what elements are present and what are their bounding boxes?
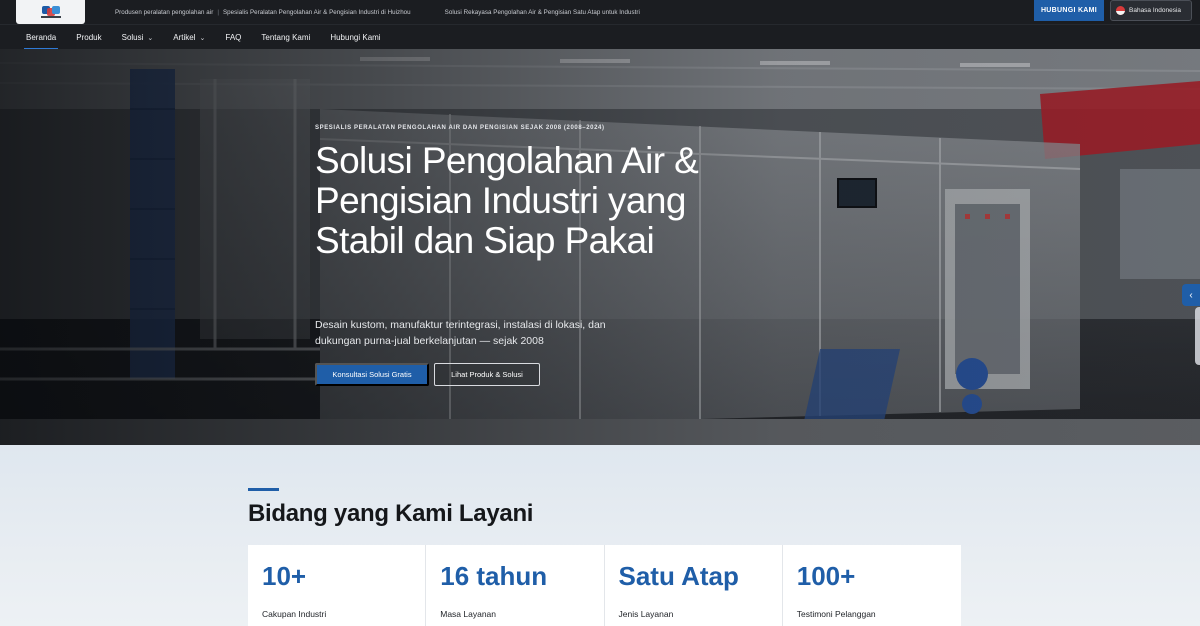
free-consultation-button[interactable]: Konsultasi Solusi Gratis: [315, 363, 429, 386]
stats-grid: 10+ Cakupan Industri 16 tahun Masa Layan…: [248, 545, 961, 626]
nav-item-hubungi-kami[interactable]: Hubungi Kami: [320, 25, 390, 50]
tagline-3: Solusi Rekayasa Pengolahan Air & Pengisi…: [444, 8, 640, 16]
section-accent-line: [248, 488, 279, 491]
stat-card-testimonials: 100+ Testimoni Pelanggan: [783, 545, 961, 626]
nav-label: Tentang Kami: [261, 33, 311, 42]
nav-label: FAQ: [225, 33, 242, 42]
stat-card-service-years: 16 tahun Masa Layanan: [426, 545, 605, 626]
stat-card-service-type: Satu Atap Jenis Layanan: [605, 545, 783, 626]
tagline-2: Spesialis Peralatan Pengolahan Air & Pen…: [223, 8, 411, 16]
nav-label: Beranda: [26, 33, 57, 42]
chevron-down-icon: ⌄: [199, 34, 206, 42]
main-nav: Beranda Produk Solusi ⌄ Artikel ⌄ FAQ Tent…: [0, 24, 1200, 50]
hero-subtitle: Desain kustom, manufaktur terintegrasi, …: [315, 319, 606, 347]
section-title: Bidang yang Kami Layani: [248, 500, 534, 527]
chevron-left-icon: ‹: [1189, 289, 1193, 301]
stat-value: 16 tahun: [440, 561, 548, 591]
stat-card-industries: 10+ Cakupan Industri: [248, 545, 427, 626]
nav-label: Produk: [76, 33, 102, 42]
tagline-separator: |: [217, 8, 219, 16]
view-products-button[interactable]: Lihat Produk & Solusi: [434, 363, 540, 386]
hero-section: SPESIALIS PERALATAN PENGOLAHAN AIR DAN P…: [0, 49, 1200, 445]
tagline-1: Produsen peralatan pengolahan air: [115, 8, 214, 16]
stat-label: Cakupan Industri: [262, 609, 327, 619]
nav-item-solusi[interactable]: Solusi ⌄: [112, 25, 164, 50]
top-taglines: Produsen peralatan pengolahan air | Spes…: [115, 0, 640, 24]
indonesia-flag-icon: [1116, 6, 1125, 15]
nav-label: Solusi: [121, 33, 144, 42]
stat-value: 10+: [262, 561, 307, 591]
hero-title: Solusi Pengolahan Air & Pengisian Indust…: [315, 140, 699, 261]
chevron-down-icon: ⌄: [147, 34, 154, 42]
side-panel-toggle[interactable]: ‹: [1182, 284, 1200, 306]
nav-item-beranda[interactable]: Beranda: [16, 25, 66, 50]
language-selector[interactable]: Bahasa Indonesia: [1110, 0, 1192, 21]
hero-eyebrow: SPESIALIS PERALATAN PENGOLAHAN AIR DAN P…: [315, 125, 605, 131]
top-bar: Produsen peralatan pengolahan air | Spes…: [0, 0, 1200, 24]
company-logo[interactable]: [16, 0, 85, 24]
side-panel-edge[interactable]: [1195, 307, 1200, 365]
logo-icon: [40, 5, 62, 19]
services-section: Bidang yang Kami Layani 10+ Cakupan Indu…: [0, 445, 1200, 626]
contact-us-button[interactable]: HUBUNGI KAMI: [1034, 0, 1104, 21]
nav-item-produk[interactable]: Produk: [66, 25, 111, 50]
nav-item-artikel[interactable]: Artikel ⌄: [163, 25, 215, 50]
stat-label: Testimoni Pelanggan: [796, 609, 876, 619]
nav-label: Hubungi Kami: [330, 33, 381, 42]
language-label: Bahasa Indonesia: [1129, 7, 1182, 14]
stat-value: Satu Atap: [618, 561, 739, 591]
nav-item-tentang-kami[interactable]: Tentang Kami: [251, 25, 320, 50]
stat-label: Jenis Layanan: [618, 609, 674, 619]
nav-label: Artikel: [173, 33, 196, 42]
stat-label: Masa Layanan: [440, 609, 497, 619]
nav-item-faq[interactable]: FAQ: [215, 25, 251, 50]
stat-value: 100+: [796, 561, 856, 591]
